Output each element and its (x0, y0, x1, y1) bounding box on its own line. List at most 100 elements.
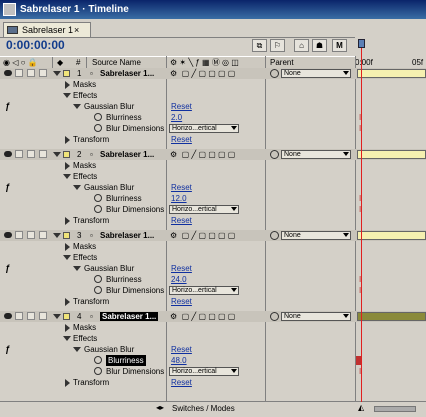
parent-dropdown[interactable]: None (281, 312, 351, 321)
layer-duration-bar[interactable] (357, 150, 426, 159)
visibility-eye-icon[interactable] (4, 151, 12, 157)
layer-switches-icons[interactable]: ⚙ ▢ ╱ ▢ ▢ ▢ ▢ (170, 311, 235, 322)
tab-sabrelaser[interactable]: Sabrelaser 1 × (3, 22, 91, 37)
collapse-effect-icon[interactable] (73, 266, 81, 271)
layer-switches-icons[interactable]: ⚙ ▢ ╱ ▢ ▢ ▢ ▢ (170, 149, 235, 160)
parent-dropdown[interactable]: None (281, 69, 351, 78)
solo-toggle[interactable] (27, 312, 35, 320)
layer-duration-bar[interactable] (357, 312, 426, 321)
blur-dimensions-dropdown[interactable]: Horizo...ertical (169, 367, 239, 376)
lock-toggle[interactable] (39, 150, 47, 158)
stopwatch-icon[interactable] (94, 356, 102, 364)
masks-row[interactable]: Masks (0, 241, 426, 252)
collapse-effect-icon[interactable] (73, 185, 81, 190)
blur-dimensions-dropdown[interactable]: Horizo...ertical (169, 205, 239, 214)
reset-link[interactable]: Reset (171, 182, 192, 193)
pick-whip-icon[interactable] (270, 69, 279, 78)
effect-fx-icon[interactable]: ƒ (5, 345, 10, 354)
expand-masks-icon[interactable] (65, 243, 70, 251)
blur-dimensions-row[interactable]: Blur Dimensions Horizo...ertical I (0, 123, 426, 134)
reset-link[interactable]: Reset (171, 215, 192, 226)
blur-dimensions-dropdown[interactable]: Horizo...ertical (169, 286, 239, 295)
masks-row[interactable]: Masks (0, 79, 426, 90)
label-color-swatch[interactable] (63, 151, 70, 158)
layer-name[interactable]: Sabrelaser 1... (100, 312, 159, 321)
visibility-eye-icon[interactable] (4, 313, 12, 319)
expand-masks-icon[interactable] (65, 81, 70, 89)
transform-row[interactable]: Transform Reset (0, 377, 426, 388)
collapse-effect-icon[interactable] (73, 347, 81, 352)
blurriness-row[interactable]: Blurriness 12.0 I (0, 193, 426, 204)
motion-blur-button[interactable]: M (332, 39, 347, 52)
layer-name[interactable]: Sabrelaser 1... (100, 150, 154, 159)
expand-transform-icon[interactable] (65, 298, 70, 306)
parent-dropdown[interactable]: None (281, 150, 351, 159)
source-name-header[interactable]: Source Name (92, 57, 141, 68)
blur-dimensions-dropdown[interactable]: Horizo...ertical (169, 124, 239, 133)
reset-link[interactable]: Reset (171, 134, 192, 145)
audio-toggle[interactable] (15, 69, 23, 77)
lock-toggle[interactable] (39, 312, 47, 320)
effects-row[interactable]: Effects (0, 171, 426, 182)
reset-link[interactable]: Reset (171, 377, 192, 388)
stopwatch-icon[interactable] (94, 286, 102, 294)
parent-header[interactable]: Parent (270, 57, 294, 68)
layer-row[interactable]: 4 ▫ Sabrelaser 1... ⚙ ▢ ╱ ▢ ▢ ▢ ▢ None (0, 311, 426, 322)
expand-masks-icon[interactable] (65, 162, 70, 170)
collapse-effect-icon[interactable] (73, 104, 81, 109)
blurriness-row[interactable]: Blurriness 2.0 I (0, 112, 426, 123)
layer-duration-bar[interactable] (357, 231, 426, 240)
layer-expand-icon[interactable] (53, 314, 61, 319)
layer-row[interactable]: 2 ▫ Sabrelaser 1... ⚙ ▢ ╱ ▢ ▢ ▢ ▢ None (0, 149, 426, 160)
effects-row[interactable]: Effects (0, 333, 426, 344)
label-color-swatch[interactable] (63, 313, 70, 320)
collapse-effects-icon[interactable] (63, 255, 71, 260)
blurriness-row[interactable]: Blurriness 24.0 I (0, 274, 426, 285)
draft-3d-button[interactable]: ☗ (312, 39, 327, 52)
effect-fx-icon[interactable]: ƒ (5, 102, 10, 111)
blurriness-value[interactable]: 2.0 (171, 112, 182, 123)
stopwatch-icon[interactable] (94, 367, 102, 375)
masks-row[interactable]: Masks (0, 322, 426, 333)
comp-marker-button[interactable]: ⧉ (252, 39, 267, 52)
blurriness-value[interactable]: 24.0 (171, 274, 187, 285)
pick-whip-icon[interactable] (270, 150, 279, 159)
parent-dropdown[interactable]: None (281, 231, 351, 240)
masks-row[interactable]: Masks (0, 160, 426, 171)
solo-toggle[interactable] (27, 150, 35, 158)
visibility-eye-icon[interactable] (4, 232, 12, 238)
gaussian-blur-row[interactable]: ƒ Gaussian Blur Reset (0, 263, 426, 274)
stopwatch-icon[interactable] (94, 113, 102, 121)
reset-link[interactable]: Reset (171, 344, 192, 355)
close-tab-icon[interactable]: × (74, 23, 79, 37)
reset-link[interactable]: Reset (171, 296, 192, 307)
blurriness-value[interactable]: 12.0 (171, 193, 187, 204)
collapse-effects-icon[interactable] (63, 174, 71, 179)
label-color-swatch[interactable] (63, 232, 70, 239)
visibility-eye-icon[interactable] (4, 70, 12, 76)
effects-row[interactable]: Effects (0, 90, 426, 101)
zoom-slider[interactable] (374, 406, 416, 412)
shy-button[interactable]: ⚐ (270, 39, 285, 52)
live-update-button[interactable]: ⌂ (294, 39, 309, 52)
toggle-pane-icon[interactable]: ◂▸ (156, 403, 164, 412)
blur-dimensions-row[interactable]: Blur Dimensions Horizo...ertical I (0, 285, 426, 296)
zoom-out-icon[interactable]: ◭ (358, 403, 364, 412)
solo-toggle[interactable] (27, 231, 35, 239)
lock-toggle[interactable] (39, 69, 47, 77)
time-ruler[interactable]: 0:00f 05f (355, 37, 426, 67)
layer-switches-icons[interactable]: ⚙ ▢ ╱ ▢ ▢ ▢ ▢ (170, 230, 235, 241)
current-time-display[interactable]: 0:00:00:00 (6, 38, 65, 52)
reset-link[interactable]: Reset (171, 101, 192, 112)
blur-dimensions-row[interactable]: Blur Dimensions Horizo...ertical I (0, 204, 426, 215)
lock-toggle[interactable] (39, 231, 47, 239)
stopwatch-icon[interactable] (94, 205, 102, 213)
gaussian-blur-row[interactable]: ƒ Gaussian Blur Reset (0, 344, 426, 355)
audio-toggle[interactable] (15, 150, 23, 158)
layer-expand-icon[interactable] (53, 152, 61, 157)
gaussian-blur-row[interactable]: ƒ Gaussian Blur Reset (0, 182, 426, 193)
layer-expand-icon[interactable] (53, 71, 61, 76)
transform-row[interactable]: Transform Reset (0, 134, 426, 145)
collapse-effects-icon[interactable] (63, 336, 71, 341)
layer-name[interactable]: Sabrelaser 1... (100, 69, 154, 78)
